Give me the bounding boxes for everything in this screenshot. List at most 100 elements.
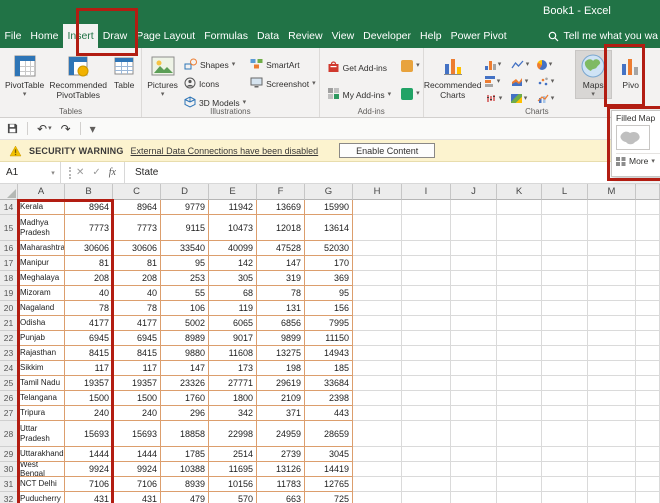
row-header-16[interactable]: 16 <box>0 241 18 256</box>
tell-me-search[interactable]: Tell me what you wa <box>546 24 660 48</box>
cell-K22[interactable] <box>497 331 542 346</box>
tab-developer[interactable]: Developer <box>359 24 416 48</box>
cell-I29[interactable] <box>402 447 451 462</box>
cell-J23[interactable] <box>451 346 497 361</box>
cell-L30[interactable] <box>542 462 588 477</box>
row-header-14[interactable]: 14 <box>0 200 18 215</box>
cell-A27[interactable]: Tripura <box>18 406 65 421</box>
cell-H26[interactable] <box>353 391 402 406</box>
cell-A26[interactable]: Telangana <box>18 391 65 406</box>
pie-chart-button[interactable]: ▾ <box>535 56 561 73</box>
cell-D30[interactable]: 10388 <box>161 462 209 477</box>
cell-C26[interactable]: 1500 <box>113 391 161 406</box>
tab-file[interactable]: File <box>0 24 26 48</box>
cell-G22[interactable]: 11150 <box>305 331 353 346</box>
cell-C19[interactable]: 40 <box>113 286 161 301</box>
cell-A28[interactable]: Uttar Pradesh <box>18 421 65 447</box>
recommended-pivottables-button[interactable]: Recommended PivotTables <box>46 50 110 100</box>
cell-L21[interactable] <box>542 316 588 331</box>
row-header-20[interactable]: 20 <box>0 301 18 316</box>
cell-L26[interactable] <box>542 391 588 406</box>
cell-L14[interactable] <box>542 200 588 215</box>
cell-M23[interactable] <box>588 346 636 361</box>
cell-E25[interactable]: 27771 <box>209 376 257 391</box>
cell-M28[interactable] <box>588 421 636 447</box>
cell-L25[interactable] <box>542 376 588 391</box>
cell-G29[interactable]: 3045 <box>305 447 353 462</box>
cell-K20[interactable] <box>497 301 542 316</box>
column-header-D[interactable]: D <box>161 184 209 200</box>
tab-insert[interactable]: Insert <box>63 24 98 48</box>
cell-I30[interactable] <box>402 462 451 477</box>
cell-H29[interactable] <box>353 447 402 462</box>
table-button[interactable]: Table <box>110 50 138 91</box>
tab-review[interactable]: Review <box>284 24 327 48</box>
cell-M21[interactable] <box>588 316 636 331</box>
row-header-19[interactable]: 19 <box>0 286 18 301</box>
cell-M19[interactable] <box>588 286 636 301</box>
cell-A30[interactable]: West Bengal <box>18 462 65 477</box>
cell-A25[interactable]: Tamil Nadu <box>18 376 65 391</box>
cell-G15[interactable]: 13614 <box>305 215 353 241</box>
cell-K15[interactable] <box>497 215 542 241</box>
cell-J31[interactable] <box>451 477 497 492</box>
cell-I21[interactable] <box>402 316 451 331</box>
cell-M14[interactable] <box>588 200 636 215</box>
cell-C16[interactable]: 30606 <box>113 241 161 256</box>
cell-M18[interactable] <box>588 271 636 286</box>
cell-G28[interactable]: 28659 <box>305 421 353 447</box>
cell-M20[interactable] <box>588 301 636 316</box>
cell-J26[interactable] <box>451 391 497 406</box>
my-addins-button[interactable]: My Add-ins ▾ <box>327 87 392 102</box>
cell-E32[interactable]: 570 <box>209 492 257 503</box>
cell-C28[interactable]: 15693 <box>113 421 161 447</box>
tab-draw[interactable]: Draw <box>98 24 132 48</box>
cell-C15[interactable]: 7773 <box>113 215 161 241</box>
row-header-30[interactable]: 30 <box>0 462 18 477</box>
cell-B21[interactable]: 4177 <box>65 316 113 331</box>
cell-D27[interactable]: 296 <box>161 406 209 421</box>
cell-M24[interactable] <box>588 361 636 376</box>
cell-K24[interactable] <box>497 361 542 376</box>
column-header-C[interactable]: C <box>113 184 161 200</box>
name-box-caret[interactable]: ▾ <box>46 169 60 177</box>
cell-B20[interactable]: 78 <box>65 301 113 316</box>
cell-E23[interactable]: 11608 <box>209 346 257 361</box>
row-header-31[interactable]: 31 <box>0 477 18 492</box>
cell-C20[interactable]: 78 <box>113 301 161 316</box>
cell-L22[interactable] <box>542 331 588 346</box>
insert-function-icon[interactable]: fx <box>109 167 116 178</box>
cell-L27[interactable] <box>542 406 588 421</box>
cell-C24[interactable]: 117 <box>113 361 161 376</box>
row-header-26[interactable]: 26 <box>0 391 18 406</box>
cell-M16[interactable] <box>588 241 636 256</box>
cell-B16[interactable]: 30606 <box>65 241 113 256</box>
cell-M30[interactable] <box>588 462 636 477</box>
cell-C29[interactable]: 1444 <box>113 447 161 462</box>
cell-B15[interactable]: 7773 <box>65 215 113 241</box>
row-header-17[interactable]: 17 <box>0 256 18 271</box>
cell-D16[interactable]: 33540 <box>161 241 209 256</box>
cell-C31[interactable]: 7106 <box>113 477 161 492</box>
tab-formulas[interactable]: Formulas <box>200 24 253 48</box>
cell-F23[interactable]: 13275 <box>257 346 305 361</box>
cell-G25[interactable]: 33684 <box>305 376 353 391</box>
cell-I23[interactable] <box>402 346 451 361</box>
spreadsheet-grid[interactable]: ABCDEFGHIJKLM14Kerala8964896497791194213… <box>0 184 660 503</box>
cell-B30[interactable]: 9924 <box>65 462 113 477</box>
cell-F31[interactable]: 11783 <box>257 477 305 492</box>
cell-A31[interactable]: NCT Delhi <box>18 477 65 492</box>
cell-I28[interactable] <box>402 421 451 447</box>
cell-E14[interactable]: 11942 <box>209 200 257 215</box>
row-header-23[interactable]: 23 <box>0 346 18 361</box>
cell-H16[interactable] <box>353 241 402 256</box>
cell-G18[interactable]: 369 <box>305 271 353 286</box>
cell-L23[interactable] <box>542 346 588 361</box>
cell-I24[interactable] <box>402 361 451 376</box>
cell-G19[interactable]: 95 <box>305 286 353 301</box>
cell-H14[interactable] <box>353 200 402 215</box>
cell-J16[interactable] <box>451 241 497 256</box>
scatter-chart-button[interactable]: ▾ <box>535 73 561 90</box>
cell-J20[interactable] <box>451 301 497 316</box>
cell-L24[interactable] <box>542 361 588 376</box>
